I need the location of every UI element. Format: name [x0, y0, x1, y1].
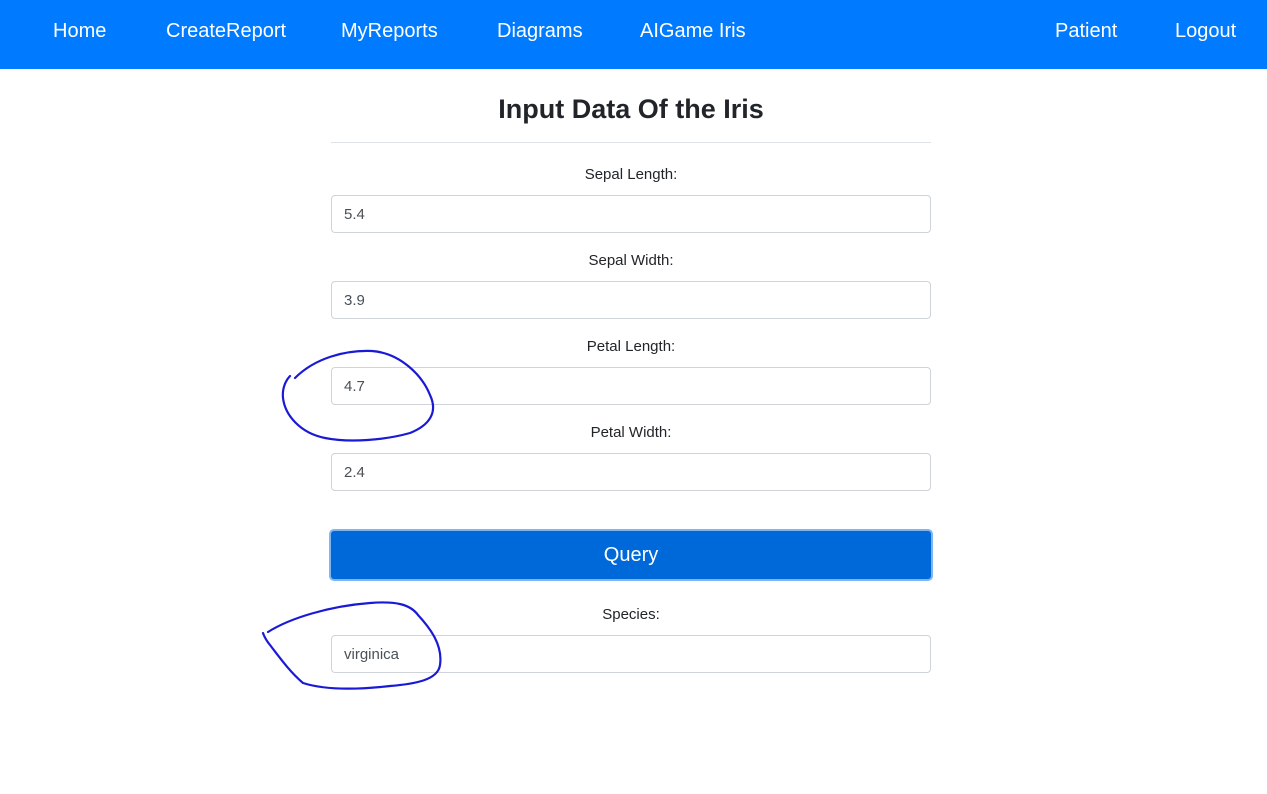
petal-length-input[interactable] — [331, 367, 931, 405]
nav-logout-link[interactable]: Logout — [1175, 0, 1236, 63]
sepal-width-label: Sepal Width: — [588, 252, 674, 269]
title-divider — [331, 142, 931, 143]
top-navbar: Home CreateReport MyReports Diagrams AIG… — [0, 0, 1267, 69]
petal-width-label: Petal Width: — [590, 424, 672, 441]
query-button[interactable]: Query — [329, 529, 933, 581]
petal-length-label: Petal Length: — [586, 338, 676, 355]
sepal-length-input[interactable] — [331, 195, 931, 233]
nav-create-report-link[interactable]: CreateReport — [166, 0, 286, 63]
sepal-width-input[interactable] — [331, 281, 931, 319]
sepal-length-label: Sepal Length: — [584, 166, 678, 183]
page-title: Input Data Of the Iris — [498, 94, 764, 124]
nav-aigame-iris-link[interactable]: AIGame Iris — [640, 0, 746, 63]
species-label: Species: — [602, 606, 660, 623]
species-output[interactable] — [331, 635, 931, 673]
nav-patient-link[interactable]: Patient — [1055, 0, 1117, 63]
nav-my-reports-link[interactable]: MyReports — [341, 0, 438, 63]
nav-diagrams-link[interactable]: Diagrams — [497, 0, 583, 63]
petal-width-input[interactable] — [331, 453, 931, 491]
nav-home-link[interactable]: Home — [53, 0, 106, 63]
